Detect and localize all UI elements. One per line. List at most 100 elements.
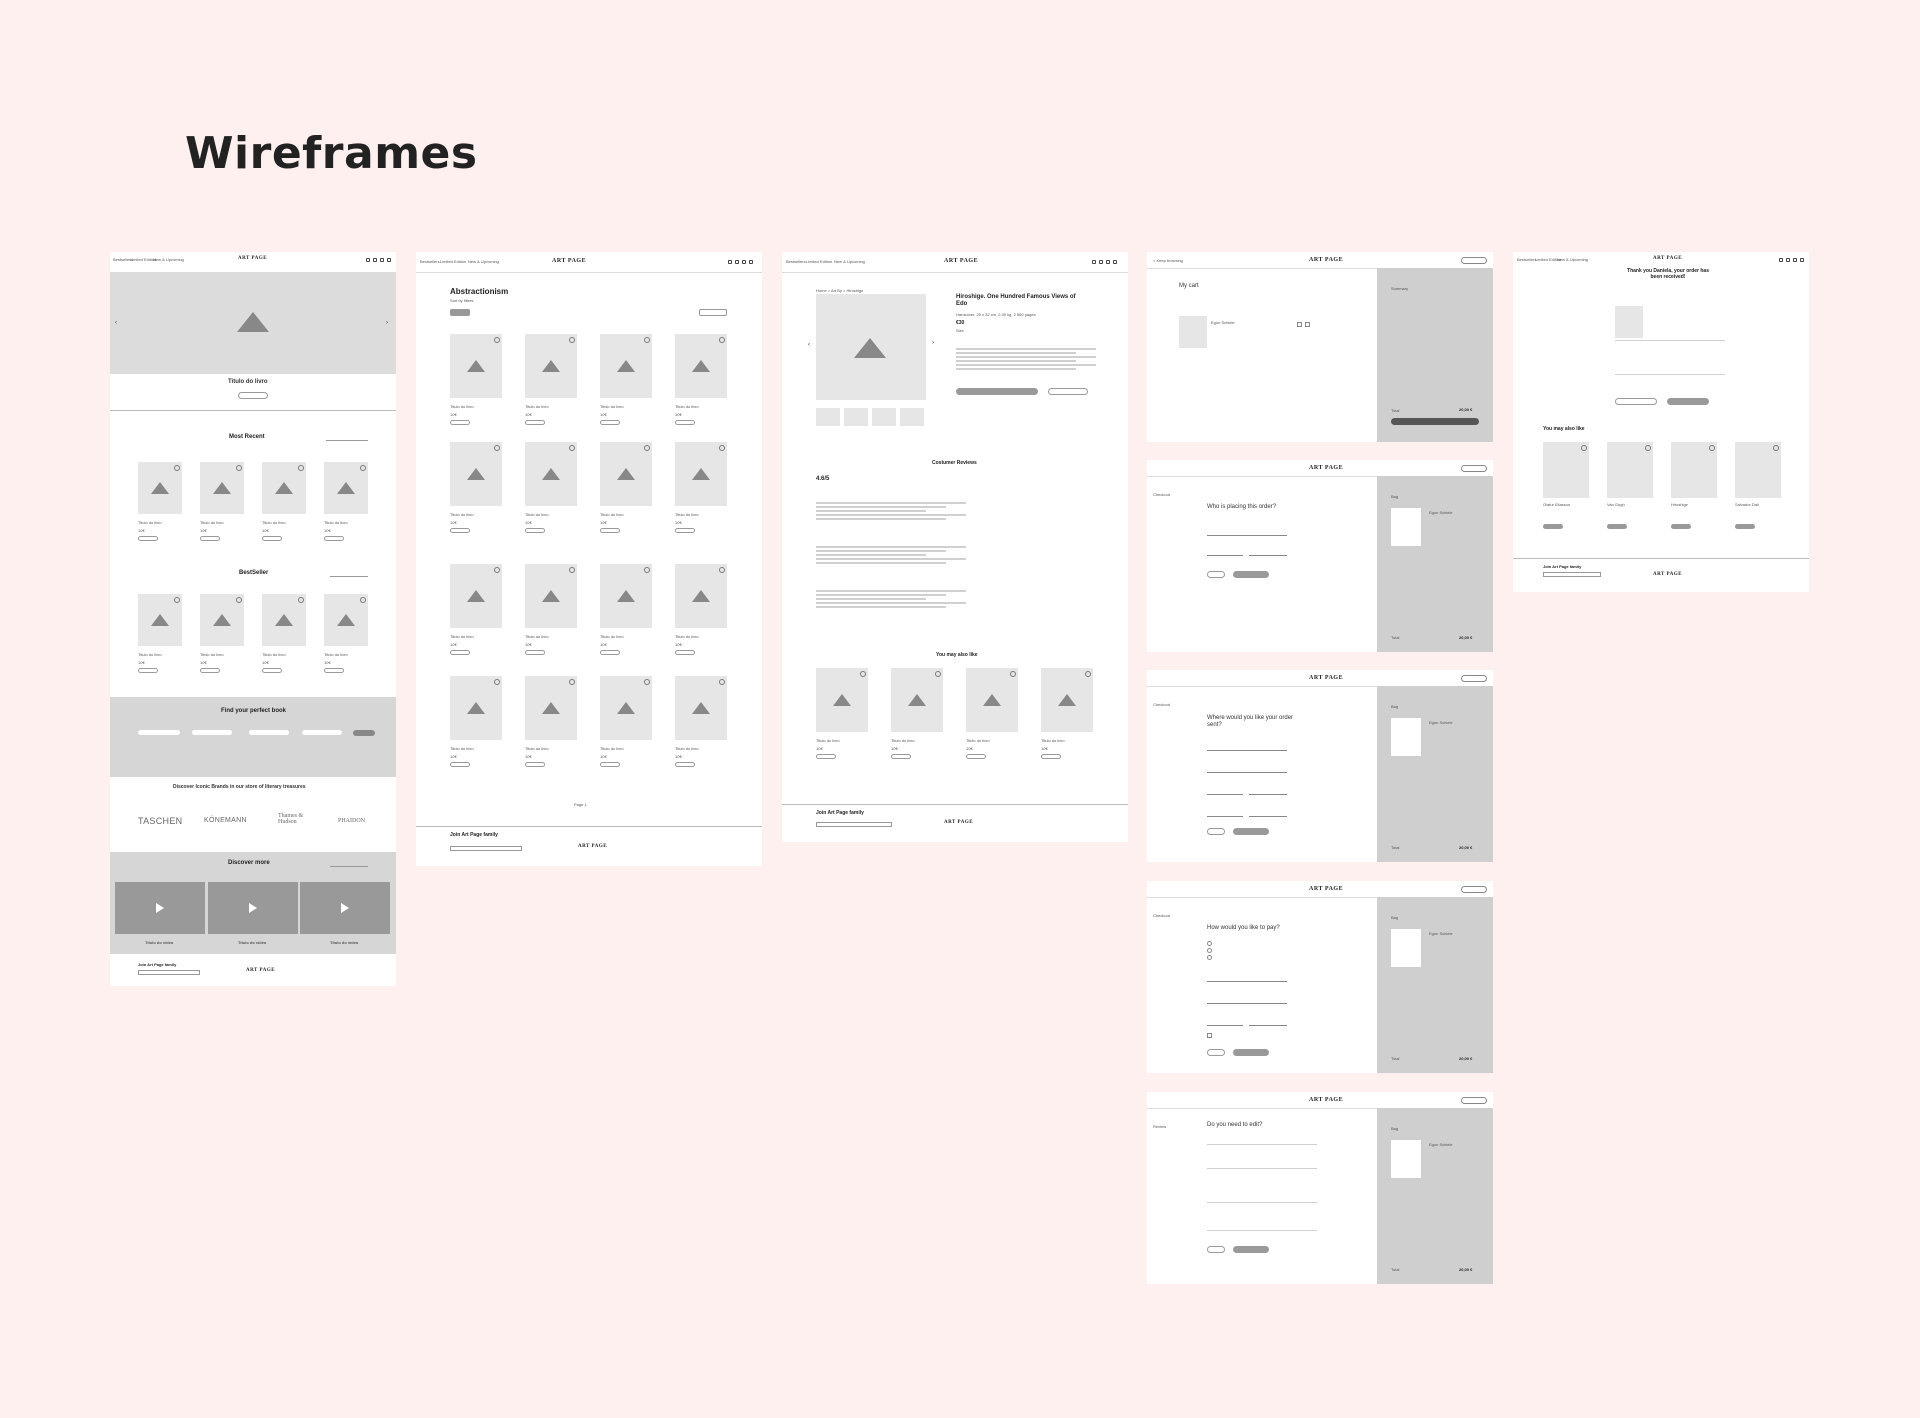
add-to-cart-button[interactable] — [138, 668, 158, 673]
add-to-cart-button[interactable] — [956, 388, 1038, 395]
add-to-cart-button[interactable] — [1041, 754, 1061, 759]
breadcrumb[interactable]: Home > Art By > Hiroshige — [816, 288, 863, 293]
continue-button[interactable] — [1233, 571, 1269, 578]
add-to-cart-button[interactable] — [600, 762, 620, 767]
back-button[interactable] — [1207, 828, 1225, 835]
heart-icon[interactable] — [1010, 671, 1016, 677]
radio-option[interactable] — [1207, 948, 1212, 953]
heart-icon[interactable] — [494, 679, 500, 685]
thumbnail[interactable] — [872, 408, 896, 426]
add-to-cart-button[interactable] — [450, 650, 470, 655]
radio-option[interactable] — [1207, 941, 1212, 946]
heart-icon[interactable] — [644, 567, 650, 573]
add-to-cart-button[interactable] — [600, 420, 620, 425]
heart-icon[interactable] — [360, 465, 366, 471]
heart-icon[interactable] — [1645, 445, 1651, 451]
cancel-button[interactable] — [1461, 1097, 1487, 1104]
add-to-cart-button[interactable] — [262, 536, 282, 541]
add-to-cart-button[interactable] — [324, 536, 344, 541]
heart-icon[interactable] — [860, 671, 866, 677]
brand-taschen[interactable]: TASCHEN — [138, 816, 182, 826]
search-keywords-input[interactable] — [138, 730, 180, 735]
add-to-cart-button[interactable] — [324, 668, 344, 673]
play-icon[interactable] — [156, 903, 164, 913]
add-to-cart-button[interactable] — [262, 668, 282, 673]
heart-icon[interactable] — [494, 445, 500, 451]
add-to-cart-button[interactable] — [1671, 524, 1691, 529]
nav-new[interactable]: New & Upcoming — [1557, 257, 1588, 262]
heart-icon[interactable] — [569, 567, 575, 573]
continue-button[interactable] — [1233, 1246, 1269, 1253]
cancel-button[interactable] — [1461, 886, 1487, 893]
checkout-button[interactable] — [1391, 418, 1479, 425]
heart-icon[interactable] — [174, 597, 180, 603]
logo[interactable]: ART PAGE — [1309, 257, 1343, 263]
heart-icon[interactable] — [644, 679, 650, 685]
brand-phaidon[interactable]: PHAIDON — [338, 818, 365, 824]
arrow-left-icon[interactable]: ‹ — [115, 320, 117, 326]
cancel-button[interactable] — [1461, 465, 1487, 472]
footer-email-input[interactable] — [816, 822, 892, 827]
header-icons[interactable] — [366, 258, 391, 262]
heart-icon[interactable] — [174, 465, 180, 471]
add-to-cart-button[interactable] — [816, 754, 836, 759]
heart-icon[interactable] — [298, 465, 304, 471]
play-icon[interactable] — [341, 903, 349, 913]
heart-icon[interactable] — [719, 679, 725, 685]
brand-konemann[interactable]: KÖNEMANN — [204, 817, 247, 824]
continue-button[interactable] — [1233, 1049, 1269, 1056]
sort-button[interactable] — [699, 309, 727, 316]
footer-email-input[interactable] — [138, 970, 200, 975]
logo[interactable]: ART PAGE — [1309, 675, 1343, 681]
heart-icon[interactable] — [494, 337, 500, 343]
add-to-cart-button[interactable] — [600, 650, 620, 655]
heart-icon[interactable] — [494, 567, 500, 573]
keep-browsing-link[interactable]: < Keep browsing — [1153, 258, 1183, 263]
nav-new[interactable]: New & Upcoming — [834, 259, 865, 264]
add-to-cart-button[interactable] — [200, 668, 220, 673]
heart-icon[interactable] — [719, 567, 725, 573]
continue-shopping-button[interactable] — [1615, 398, 1657, 405]
logo[interactable]: ART PAGE — [238, 256, 267, 261]
pagination[interactable]: Page 1 — [574, 802, 587, 807]
discover-link[interactable] — [330, 860, 368, 867]
footer-email-input[interactable] — [1543, 572, 1601, 577]
logo[interactable]: ART PAGE — [944, 258, 978, 264]
nav-bestsellers[interactable]: Bestsellers — [420, 259, 440, 264]
heart-icon[interactable] — [569, 337, 575, 343]
heart-icon[interactable] — [360, 597, 366, 603]
arrow-right-icon[interactable]: › — [932, 340, 934, 346]
qty-minus[interactable] — [1297, 322, 1302, 327]
most-recent-link[interactable] — [326, 434, 368, 441]
add-to-cart-button[interactable] — [450, 528, 470, 533]
brand-thames-hudson[interactable]: Thames & Hudson — [278, 813, 310, 825]
hero-button[interactable] — [238, 392, 268, 399]
arrow-left-icon[interactable]: ‹ — [808, 342, 810, 348]
heart-icon[interactable] — [1709, 445, 1715, 451]
heart-icon[interactable] — [1581, 445, 1587, 451]
back-button[interactable] — [1207, 571, 1225, 578]
add-to-wishlist-button[interactable] — [1048, 388, 1088, 395]
add-to-cart-button[interactable] — [525, 528, 545, 533]
logo[interactable]: ART PAGE — [1309, 886, 1343, 892]
heart-icon[interactable] — [236, 465, 242, 471]
illustrator-select[interactable] — [249, 730, 289, 735]
genre-select[interactable] — [192, 730, 232, 735]
continue-button[interactable] — [1233, 828, 1269, 835]
heart-icon[interactable] — [719, 337, 725, 343]
add-to-cart-button[interactable] — [675, 420, 695, 425]
my-orders-button[interactable] — [1667, 398, 1709, 405]
add-to-cart-button[interactable] — [966, 754, 986, 759]
add-to-cart-button[interactable] — [1607, 524, 1627, 529]
play-icon[interactable] — [249, 903, 257, 913]
heart-icon[interactable] — [644, 337, 650, 343]
cancel-button[interactable] — [1461, 675, 1487, 682]
heart-icon[interactable] — [935, 671, 941, 677]
logo[interactable]: ART PAGE — [1309, 465, 1343, 471]
thumbnail[interactable] — [816, 408, 840, 426]
add-to-cart-button[interactable] — [891, 754, 911, 759]
add-to-cart-button[interactable] — [525, 650, 545, 655]
heart-icon[interactable] — [236, 597, 242, 603]
header-icons[interactable] — [1092, 260, 1117, 264]
add-to-cart-button[interactable] — [600, 528, 620, 533]
